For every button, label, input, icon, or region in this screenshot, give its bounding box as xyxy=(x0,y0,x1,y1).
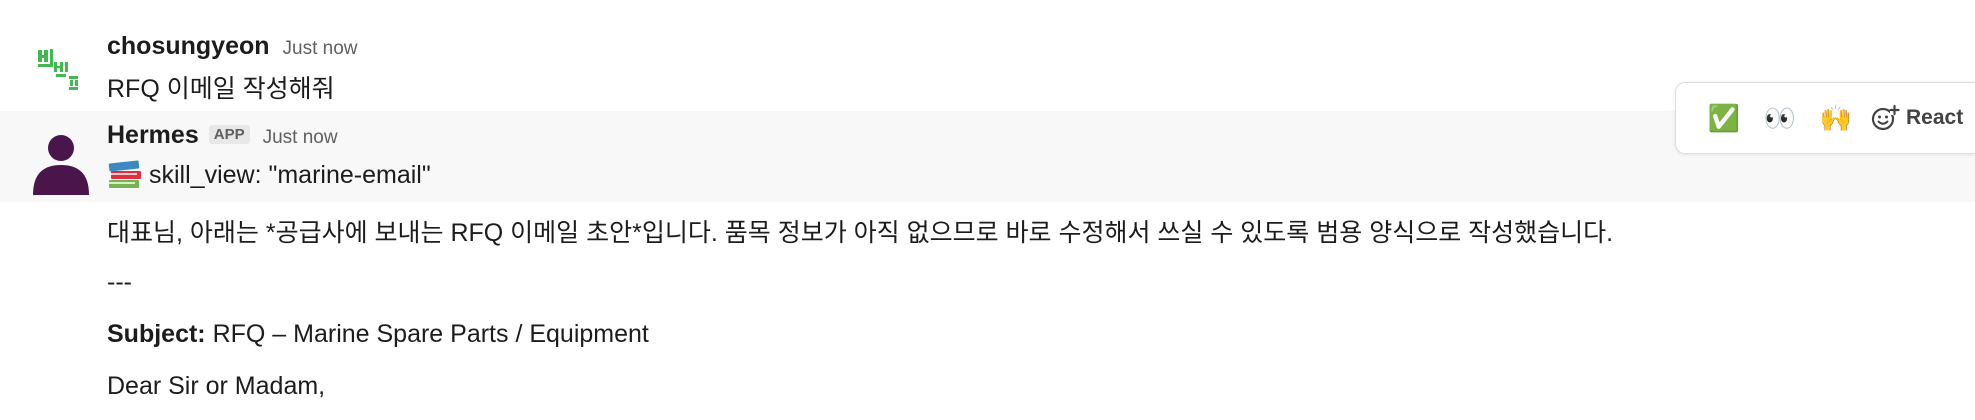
app-badge: APP xyxy=(208,125,250,144)
message-feed: chosungyeon Just now RFQ 이메일 작성해줘 Hermes… xyxy=(0,0,1975,420)
email-subject-line: Subject: RFQ – Marine Spare Parts / Equi… xyxy=(107,320,649,349)
user-avatar[interactable] xyxy=(36,46,84,94)
user-message-text: RFQ 이메일 작성해줘 xyxy=(107,75,335,103)
bot-avatar[interactable] xyxy=(30,133,92,195)
white-check-mark-icon: ✅ xyxy=(1707,102,1741,133)
message-timestamp[interactable]: Just now xyxy=(283,38,358,60)
email-greeting: Dear Sir or Madam, xyxy=(107,372,326,400)
user-message-header: chosungyeon Just now xyxy=(107,32,358,61)
bot-tool-call: skill_view: "marine-email" xyxy=(107,160,431,190)
books-icon xyxy=(107,160,143,190)
message-actions-toolbar: ✅ 👀 🙌 React xyxy=(1675,82,1975,154)
author-name[interactable]: chosungyeon xyxy=(107,32,270,61)
eyes-icon: 👀 xyxy=(1763,102,1797,133)
author-name[interactable]: Hermes xyxy=(107,121,199,150)
raised-hands-icon: 🙌 xyxy=(1819,102,1853,133)
add-emoji-icon xyxy=(1871,104,1900,131)
reaction-check-button[interactable]: ✅ xyxy=(1696,94,1752,142)
add-reaction-button[interactable]: React xyxy=(1870,103,1963,133)
reaction-eyes-button[interactable]: 👀 xyxy=(1752,94,1808,142)
subject-value: RFQ – Marine Spare Parts / Equipment xyxy=(205,320,649,348)
email-intro-text: 대표님, 아래는 *공급사에 보내는 RFQ 이메일 초안*입니다. 품목 정보… xyxy=(107,219,1614,247)
add-reaction-label: React xyxy=(1906,106,1964,129)
bot-message-header: Hermes APP Just now xyxy=(107,121,338,150)
tool-call-text: skill_view: "marine-email" xyxy=(149,160,431,189)
reaction-raised-hands-button[interactable]: 🙌 xyxy=(1808,94,1864,142)
subject-label: Subject: xyxy=(107,320,206,348)
message-timestamp[interactable]: Just now xyxy=(263,127,338,149)
divider-text: --- xyxy=(107,268,132,296)
